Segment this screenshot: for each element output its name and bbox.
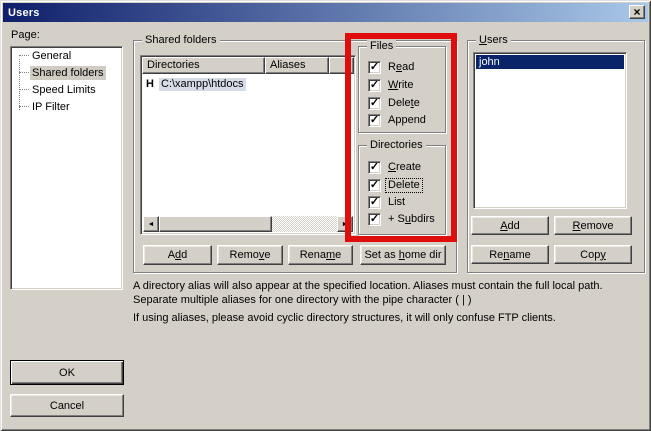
horizontal-scrollbar[interactable]: ◄ ► <box>143 216 353 232</box>
rename-user-button[interactable]: Rename <box>471 245 549 264</box>
users-dialog: Users × Page: General Shared folders Spe… <box>0 0 651 431</box>
user-list-item[interactable]: john <box>476 55 624 69</box>
users-listbox[interactable]: john <box>473 52 627 209</box>
checkbox-icon: ✓ <box>368 213 381 226</box>
checkbox-delete-dir-label: Delete <box>386 179 422 192</box>
checkbox-delete-file-label: Delete <box>386 97 422 110</box>
scroll-left-button[interactable]: ◄ <box>143 216 159 232</box>
user-name: john <box>479 56 500 68</box>
listview-header: Directories Aliases <box>142 57 354 74</box>
close-button[interactable]: × <box>629 5 645 19</box>
checkbox-list[interactable]: ✓ List <box>368 195 407 210</box>
scroll-right-button[interactable]: ► <box>337 216 353 232</box>
ok-button[interactable]: OK <box>10 360 124 385</box>
checkbox-read-label: Read <box>386 61 416 74</box>
checkbox-subdirs[interactable]: ✓ + Subdirs <box>368 212 437 227</box>
checkbox-write[interactable]: ✓ Write <box>368 78 415 93</box>
add-user-button[interactable]: Add <box>471 216 549 235</box>
rename-folder-button[interactable]: Rename <box>288 245 353 265</box>
cyclic-note: If using aliases, please avoid cyclic di… <box>133 311 645 325</box>
remove-user-button[interactable]: Remove <box>554 216 632 235</box>
tree-item-ip-filter[interactable]: IP Filter <box>30 98 122 115</box>
tree-item-general[interactable]: General <box>30 47 122 64</box>
close-icon: × <box>633 7 640 17</box>
page-label: Page: <box>11 29 40 41</box>
window-title: Users <box>8 7 40 19</box>
title-bar[interactable]: Users × <box>3 3 648 22</box>
checkbox-append[interactable]: ✓ Append <box>368 113 428 128</box>
tree-connector-line <box>19 55 29 56</box>
checkbox-create[interactable]: ✓ Create <box>368 160 423 175</box>
shared-folders-group-label: Shared folders <box>142 34 220 47</box>
scroll-right-icon: ► <box>342 221 349 228</box>
files-group-label: Files <box>367 40 396 53</box>
directory-row[interactable]: H C:\xampp\htdocs <box>144 77 352 91</box>
tree-connector-line <box>19 72 29 73</box>
directory-path: C:\xampp\htdocs <box>159 78 246 91</box>
tree-connector-line <box>19 106 29 107</box>
tree-vertical-line <box>19 59 20 110</box>
scrollbar-track[interactable] <box>272 216 337 232</box>
directories-listview[interactable]: Directories Aliases H C:\xampp\htdocs ◄ … <box>140 55 356 235</box>
add-folder-button[interactable]: Add <box>143 245 212 265</box>
checkbox-icon: ✓ <box>368 79 381 92</box>
checkbox-icon: ✓ <box>368 179 381 192</box>
checkbox-icon: ✓ <box>368 97 381 110</box>
checkbox-write-label: Write <box>386 79 415 92</box>
column-header-filler <box>329 57 354 74</box>
home-flag: H <box>144 78 159 90</box>
checkbox-icon: ✓ <box>368 196 381 209</box>
checkbox-read[interactable]: ✓ Read <box>368 60 416 75</box>
directories-group: Directories ✓ Create ✓ Delete ✓ List ✓ +… <box>358 145 446 235</box>
checkbox-list-label: List <box>386 196 407 209</box>
column-header-directories[interactable]: Directories <box>142 57 265 74</box>
column-header-aliases[interactable]: Aliases <box>265 57 329 74</box>
files-group: Files ✓ Read ✓ Write ✓ Delete ✓ Append <box>358 46 446 133</box>
scroll-left-icon: ◄ <box>148 221 155 228</box>
checkbox-delete-file[interactable]: ✓ Delete <box>368 96 422 111</box>
copy-user-button[interactable]: Copy <box>554 245 632 264</box>
remove-folder-button[interactable]: Remove <box>217 245 283 265</box>
set-as-home-dir-button[interactable]: Set as home dir <box>360 245 446 265</box>
checkbox-create-label: Create <box>386 161 423 174</box>
directories-group-label: Directories <box>367 139 426 152</box>
scrollbar-thumb[interactable] <box>159 216 272 232</box>
tree-item-shared-folders[interactable]: Shared folders <box>30 64 122 81</box>
checkbox-icon: ✓ <box>368 114 381 127</box>
cancel-button[interactable]: Cancel <box>10 394 124 417</box>
checkbox-append-label: Append <box>386 114 428 127</box>
users-group-label: Users <box>476 34 511 47</box>
checkbox-icon: ✓ <box>368 161 381 174</box>
tree-item-speed-limits[interactable]: Speed Limits <box>30 81 122 98</box>
checkbox-delete-dir[interactable]: ✓ Delete <box>368 178 422 193</box>
alias-note: A directory alias will also appear at th… <box>133 279 645 307</box>
checkbox-icon: ✓ <box>368 61 381 74</box>
page-tree[interactable]: General Shared folders Speed Limits IP F… <box>10 46 123 290</box>
checkbox-subdirs-label: + Subdirs <box>386 213 437 226</box>
tree-connector-line <box>19 89 29 90</box>
